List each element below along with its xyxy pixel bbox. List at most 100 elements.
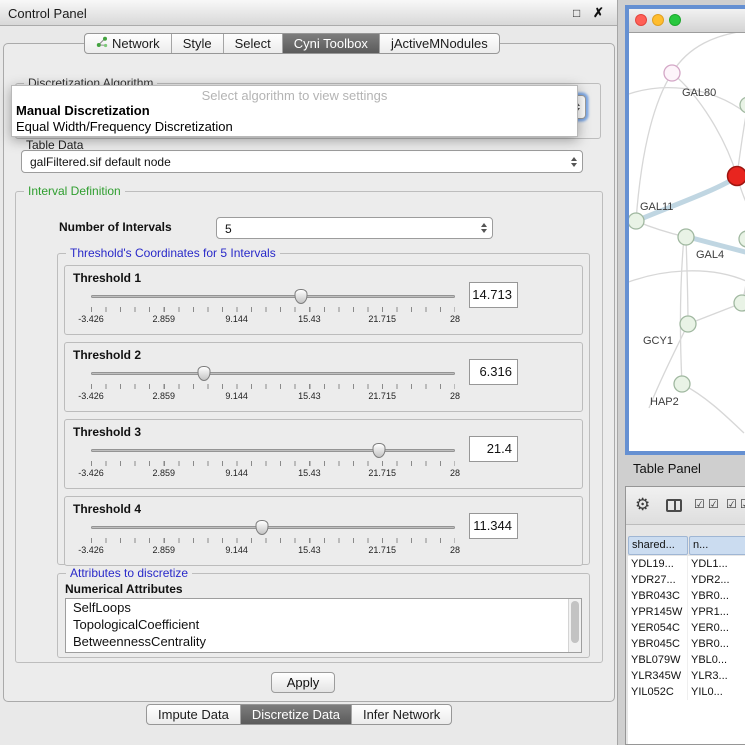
threshold-value-field[interactable]: 14.713 bbox=[469, 282, 518, 308]
table-cell: YER0... bbox=[688, 620, 745, 636]
slider-scale: -3.4262.8599.14415.4321.71528 bbox=[91, 468, 455, 480]
table-row[interactable]: YBR045CYBR0... bbox=[628, 636, 745, 652]
tab-label: Impute Data bbox=[158, 707, 229, 722]
table-cell: YBL0... bbox=[688, 652, 745, 668]
table-row[interactable]: YDL19...YDL1... bbox=[628, 556, 745, 572]
network-node[interactable] bbox=[680, 316, 696, 332]
threshold-slider[interactable]: -3.4262.8599.14415.4321.71528 bbox=[91, 517, 455, 561]
tab-impute-data[interactable]: Impute Data bbox=[147, 705, 241, 724]
network-node[interactable] bbox=[734, 295, 745, 311]
threshold-slider[interactable]: -3.4262.8599.14415.4321.71528 bbox=[91, 286, 455, 330]
slider-thumb[interactable] bbox=[295, 289, 308, 304]
slider-scale-label: -3.426 bbox=[78, 391, 104, 401]
attribute-list-item[interactable]: BetweennessCentrality bbox=[66, 633, 581, 650]
attribute-list-item[interactable]: TopologicalCoefficient bbox=[66, 616, 581, 633]
spinner-stepper-icon[interactable] bbox=[481, 223, 487, 233]
network-node[interactable] bbox=[678, 229, 694, 245]
tab-label: Network bbox=[112, 36, 160, 51]
tab-cyni-toolbox[interactable]: Cyni Toolbox bbox=[283, 34, 380, 53]
network-view-window: GAL80 GAL11 GAL4 GCY1 HAP2 bbox=[625, 5, 745, 455]
table-data-combobox[interactable]: galFiltered.sif default node bbox=[21, 150, 583, 173]
tab-style[interactable]: Style bbox=[172, 34, 224, 53]
numerical-attributes-list[interactable]: SelfLoopsTopologicalCoefficientBetweenne… bbox=[65, 598, 582, 653]
slider-thumb[interactable] bbox=[256, 520, 269, 535]
close-traffic-light-icon[interactable] bbox=[635, 14, 647, 26]
slider-track[interactable] bbox=[91, 372, 455, 375]
slider-track[interactable] bbox=[91, 526, 455, 529]
table-cell: YDR27... bbox=[628, 572, 688, 588]
apply-button[interactable]: Apply bbox=[271, 672, 335, 693]
tab-select[interactable]: Select bbox=[224, 34, 283, 53]
checkbox-icon[interactable]: ☑ bbox=[726, 497, 737, 511]
slider-thumb[interactable] bbox=[197, 366, 210, 381]
slider-scale-label: 28 bbox=[450, 314, 460, 324]
dropdown-option-manual-discretization[interactable]: Manual Discretization bbox=[12, 103, 577, 119]
table-row[interactable]: YDR27...YDR2... bbox=[628, 572, 745, 588]
network-node[interactable] bbox=[664, 65, 680, 81]
slider-scale-label: 21.715 bbox=[368, 545, 396, 555]
checkbox-icon[interactable]: ☑ bbox=[740, 497, 745, 511]
table-row[interactable]: YLR345WYLR3... bbox=[628, 668, 745, 684]
thresholds-group: Threshold's Coordinates for 5 Intervals … bbox=[57, 253, 590, 565]
list-scrollbar[interactable] bbox=[568, 599, 581, 652]
checkbox-icon[interactable]: ☑ bbox=[708, 497, 719, 511]
network-node[interactable] bbox=[740, 97, 745, 113]
attribute-list-item[interactable]: SelfLoops bbox=[66, 599, 581, 616]
numerical-attributes-label: Numerical Attributes bbox=[65, 582, 183, 596]
slider-ticks bbox=[91, 384, 455, 389]
number-of-intervals-label: Number of Intervals bbox=[59, 220, 172, 234]
table-row[interactable]: YIL052CYIL0... bbox=[628, 684, 745, 700]
network-node-selected-red[interactable] bbox=[728, 167, 745, 186]
combobox-stepper-icon[interactable] bbox=[571, 157, 577, 167]
slider-track[interactable] bbox=[91, 449, 455, 452]
table-panel-toolbar: ⚙ ☑ ☑ ☑ ☑ bbox=[626, 487, 745, 525]
table-cell: YPR145W bbox=[628, 604, 688, 620]
dropdown-option-equal-width-frequency[interactable]: Equal Width/Frequency Discretization bbox=[12, 119, 577, 135]
threshold-value-field[interactable]: 21.4 bbox=[469, 436, 518, 462]
tab-network[interactable]: Network bbox=[85, 34, 172, 53]
slider-scale-label: 2.859 bbox=[153, 391, 176, 401]
slider-scale-label: 28 bbox=[450, 468, 460, 478]
tab-infer-network[interactable]: Infer Network bbox=[352, 705, 451, 724]
number-of-intervals-spinner[interactable]: 5 bbox=[216, 217, 493, 239]
table-row[interactable]: YBR043CYBR0... bbox=[628, 588, 745, 604]
table-header-shared-name[interactable]: shared... bbox=[628, 536, 688, 555]
threshold-slider[interactable]: -3.4262.8599.14415.4321.71528 bbox=[91, 440, 455, 484]
table-body[interactable]: YDL19...YDL1...YDR27...YDR2...YBR043CYBR… bbox=[628, 556, 745, 744]
slider-thumb[interactable] bbox=[372, 443, 385, 458]
columns-icon[interactable] bbox=[666, 499, 682, 512]
threshold-slider[interactable]: -3.4262.8599.14415.4321.71528 bbox=[91, 363, 455, 407]
top-tab-bar: Network StyleSelectCyni ToolboxjActiveMNo… bbox=[84, 33, 500, 54]
table-row[interactable]: YER054CYER0... bbox=[628, 620, 745, 636]
checkbox-icon[interactable]: ☑ bbox=[694, 497, 705, 511]
slider-scale-label: 28 bbox=[450, 391, 460, 401]
table-data-value: galFiltered.sif default node bbox=[30, 155, 171, 169]
network-node[interactable] bbox=[629, 213, 644, 229]
zoom-traffic-light-icon[interactable] bbox=[669, 14, 681, 26]
float-panel-icon[interactable]: □ bbox=[573, 6, 580, 20]
gear-icon[interactable]: ⚙ bbox=[635, 495, 650, 515]
slider-track[interactable] bbox=[91, 295, 455, 298]
slider-ticks bbox=[91, 538, 455, 543]
threshold-value-field[interactable]: 11.344 bbox=[469, 513, 518, 539]
network-window-titlebar[interactable] bbox=[629, 9, 745, 33]
threshold-value-field[interactable]: 6.316 bbox=[469, 359, 518, 385]
slider-scale: -3.4262.8599.14415.4321.71528 bbox=[91, 314, 455, 326]
minimize-traffic-light-icon[interactable] bbox=[652, 14, 664, 26]
network-node[interactable] bbox=[739, 231, 745, 247]
dropdown-placeholder-option[interactable]: Select algorithm to view settings bbox=[12, 86, 577, 103]
slider-scale-label: -3.426 bbox=[78, 468, 104, 478]
table-row[interactable]: YBL079WYBL0... bbox=[628, 652, 745, 668]
control-panel: Control Panel □ ✗ NetworkStyleSelectCyni… bbox=[0, 0, 618, 745]
network-node[interactable] bbox=[674, 376, 690, 392]
scrollbar-thumb[interactable] bbox=[571, 601, 579, 643]
table-cell: YDR2... bbox=[688, 572, 745, 588]
network-canvas[interactable]: GAL80 GAL11 GAL4 GCY1 HAP2 bbox=[629, 33, 745, 451]
slider-scale-label: 21.715 bbox=[368, 468, 396, 478]
table-row[interactable]: YPR145WYPR1... bbox=[628, 604, 745, 620]
table-cell: YDL1... bbox=[688, 556, 745, 572]
close-panel-icon[interactable]: ✗ bbox=[593, 5, 604, 21]
table-header-name[interactable]: n... bbox=[689, 536, 745, 555]
tab-jactivemnodules[interactable]: jActiveMNodules bbox=[380, 34, 499, 53]
tab-discretize-data[interactable]: Discretize Data bbox=[241, 705, 352, 724]
